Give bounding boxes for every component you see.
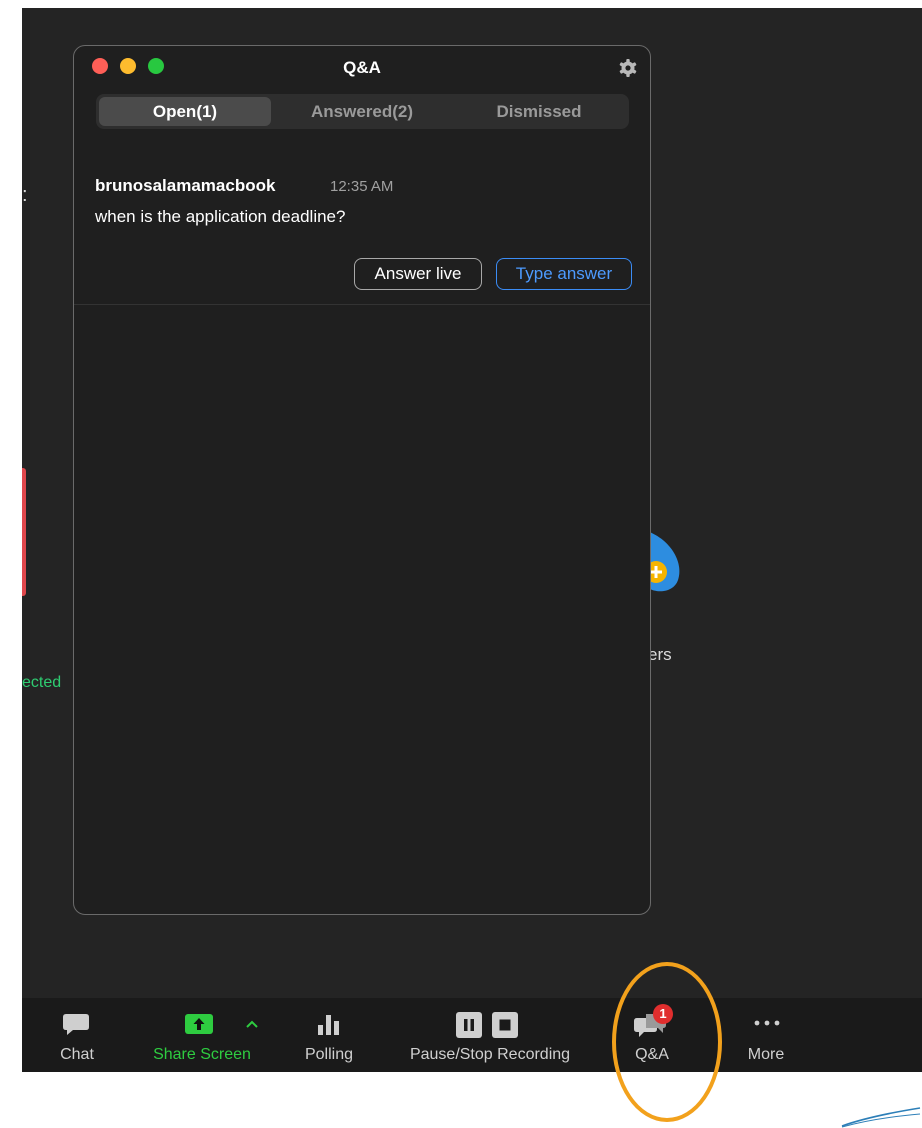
background-red-tile (22, 468, 26, 596)
polling-icon (318, 1015, 339, 1035)
qa-panel: Q&A Open(1) Answered(2) Dismissed brunos… (73, 45, 651, 915)
share-screen-button[interactable]: Share Screen (132, 998, 282, 1072)
question-text: when is the application deadline? (95, 207, 346, 226)
recording-label: Pause/Stop Recording (409, 1046, 571, 1063)
more-icon (754, 1020, 780, 1026)
question-time: 12:35 AM (330, 178, 394, 195)
question-author: brunosalamamacbook (95, 176, 276, 195)
decorative-curve (841, 1107, 921, 1128)
chat-icon (63, 1014, 89, 1035)
tab-dismissed[interactable]: Dismissed (453, 97, 625, 126)
stop-icon[interactable] (492, 1012, 518, 1038)
more-label: More (747, 1046, 785, 1063)
share-screen-icon (185, 1014, 213, 1034)
background-colon: : (22, 184, 28, 206)
tab-answered[interactable]: Answered(2) (276, 97, 448, 126)
recording-button[interactable]: Pause/Stop Recording (394, 998, 584, 1072)
meeting-toolbar: Chat Share Screen Polling Pause/Stop Rec… (22, 998, 922, 1072)
polling-button[interactable]: Polling (284, 998, 374, 1072)
highlight-ellipse (612, 962, 722, 1122)
titlebar: Q&A (74, 46, 650, 90)
tab-open[interactable]: Open(1) (99, 97, 271, 126)
share-screen-label: Share Screen (153, 1046, 251, 1063)
polling-label: Polling (304, 1046, 354, 1063)
chat-button[interactable]: Chat (22, 998, 132, 1072)
tab-bar: Open(1) Answered(2) Dismissed (96, 94, 629, 129)
panel-title: Q&A (343, 58, 381, 77)
answer-live-button[interactable]: Answer live (354, 258, 482, 290)
chevron-up-icon[interactable] (246, 1020, 258, 1028)
gear-icon[interactable] (618, 58, 638, 78)
pause-icon[interactable] (456, 1012, 482, 1038)
background-participants-text: ers (648, 645, 672, 664)
background-connected-text: ected (22, 674, 62, 691)
divider (74, 304, 650, 305)
more-button[interactable]: More (727, 998, 807, 1072)
chat-label: Chat (60, 1046, 94, 1063)
type-answer-button[interactable]: Type answer (496, 258, 632, 290)
